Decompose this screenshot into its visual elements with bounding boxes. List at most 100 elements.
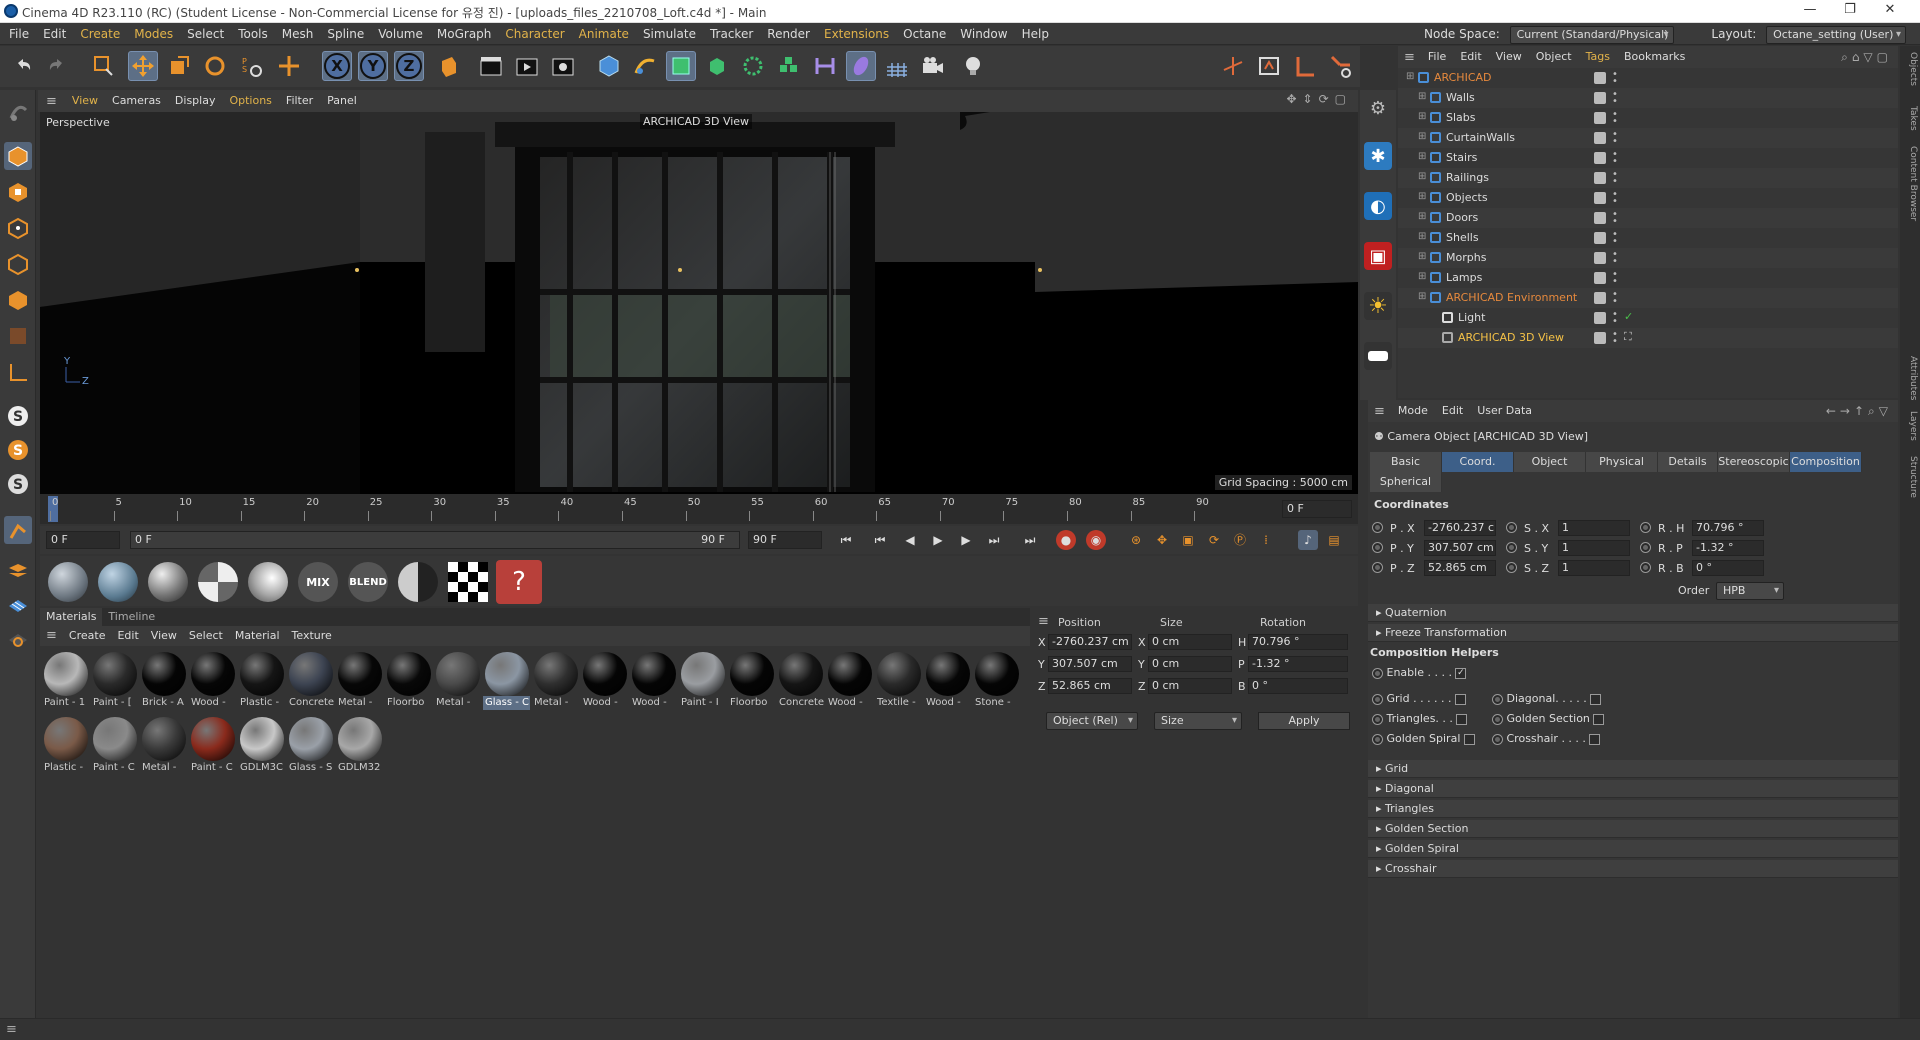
p-1-field[interactable]: 307.507 cm [1424,540,1496,556]
cloner-button[interactable] [738,51,768,81]
object-menu-object[interactable]: Object [1529,46,1579,68]
polygons-mode-button[interactable] [4,286,32,314]
render-to-picture-viewer-button[interactable] [512,51,542,81]
check-tag-icon[interactable]: ✓ [1624,310,1633,323]
render-dots-icon[interactable]: • • [1612,210,1618,227]
visibility-icon[interactable] [1594,212,1606,224]
attribute-menu-mode[interactable]: Mode [1391,400,1435,422]
render-dots-icon[interactable]: • • [1612,330,1618,347]
s-anim-radio[interactable] [1506,542,1517,553]
menu-edit[interactable]: Edit [36,23,73,45]
viewport-menu-cameras[interactable]: Cameras [105,90,168,112]
menu-volume[interactable]: Volume [371,23,430,45]
menu-render[interactable]: Render [760,23,817,45]
r-anim-radio[interactable] [1640,522,1651,533]
golden-spiral-section[interactable]: ▸ Golden Spiral [1368,840,1898,858]
crosshair-anim-radio[interactable] [1492,733,1503,745]
solo-button[interactable]: S [4,402,32,430]
undo-button[interactable] [8,51,38,81]
render-dots-icon[interactable]: • • [1612,170,1618,187]
side-tab-structure[interactable]: Structure [1902,456,1918,498]
size-z-field[interactable]: 0 cm [1148,678,1232,694]
rotate-tool-button[interactable] [200,51,230,81]
material-swatch[interactable]: Metal - [336,650,383,712]
hamburger-icon[interactable]: ≡ [40,626,63,646]
s-0-field[interactable]: 1 [1558,520,1630,536]
goto-start-button[interactable]: ⏮ [836,530,856,550]
scale-tool-button[interactable] [164,51,194,81]
menu-octane[interactable]: Octane [896,23,953,45]
material-swatch[interactable]: Concrete [777,650,824,712]
material-menu-edit[interactable]: Edit [111,626,144,646]
pen-tool-button[interactable] [630,51,660,81]
material-swatch[interactable]: Metal - [140,715,187,777]
material-swatch[interactable]: Floorbo [728,650,775,712]
r-1-field[interactable]: -1.32 ° [1692,540,1764,556]
enable-checkbox[interactable]: ✓ [1455,667,1467,679]
position-key-button[interactable]: ✥ [1152,530,1172,550]
octane-material-button[interactable]: ◐ [1364,192,1392,220]
hamburger-icon[interactable]: ≡ [1398,50,1421,65]
golden-section-section[interactable]: ▸ Golden Section [1368,820,1898,838]
expand-icon[interactable]: ⊞ [1418,191,1426,202]
object-menu-bookmarks[interactable]: Bookmarks [1617,46,1692,68]
hamburger-icon[interactable]: ≡ [1368,404,1391,419]
expand-icon[interactable]: ⊞ [1418,251,1426,262]
hamburger-icon[interactable]: ≡ [1038,614,1049,629]
visibility-icon[interactable] [1594,112,1606,124]
node-space-dropdown[interactable]: Current (Standard/Physical) [1509,26,1674,44]
expand-icon[interactable]: ⊞ [1418,211,1426,222]
object-menu-tags[interactable]: Tags [1579,46,1617,68]
glossy-material-button[interactable] [98,562,138,602]
tab-basic[interactable]: Basic [1370,452,1442,472]
material-swatch[interactable]: Textile - [875,650,922,712]
s-2-field[interactable]: 1 [1558,560,1630,576]
material-swatch[interactable]: Brick - A [140,650,187,712]
material-swatch[interactable]: Paint - I [679,650,726,712]
scale-key-button[interactable]: ▣ [1178,530,1198,550]
object-manager-icons[interactable]: ⌕⌂▽▢ [1841,50,1892,65]
r-2-field[interactable]: 0 ° [1692,560,1764,576]
diagonal-anim-radio[interactable] [1492,693,1503,705]
play-button[interactable]: ▶ [928,530,948,550]
point-level-key-button[interactable]: ⁞ [1256,530,1276,550]
p-anim-radio[interactable] [1372,542,1383,553]
metallic-material-button[interactable] [248,562,288,602]
camera-button[interactable] [918,51,948,81]
menu-animate[interactable]: Animate [572,23,636,45]
current-frame-field[interactable]: 0 F [1282,500,1352,518]
object-row[interactable]: ⊞ CurtainWalls • • [1398,128,1898,148]
object-row[interactable]: ⊞ Lamps • • [1398,268,1898,288]
menu-simulate[interactable]: Simulate [636,23,703,45]
expand-icon[interactable]: ⊞ [1418,171,1426,182]
frame-range-slider[interactable]: 0 F 90 F [130,531,740,549]
viewport-menu-options[interactable]: Options [222,90,278,112]
triangles-section[interactable]: ▸ Triangles [1368,800,1898,818]
render-dots-icon[interactable]: • • [1612,230,1618,247]
material-swatch[interactable]: Wood - [924,650,971,712]
goto-end-button[interactable]: ⏭ [1020,530,1040,550]
material-swatch[interactable]: Plastic - [42,715,89,777]
menu-modes[interactable]: Modes [127,23,180,45]
render-dots-icon[interactable]: • • [1612,290,1618,307]
p-anim-radio[interactable] [1372,522,1383,533]
render-view-button[interactable] [476,51,506,81]
visibility-icon[interactable] [1594,272,1606,284]
rotation-b-field[interactable]: 0 ° [1248,678,1348,694]
z-axis-button[interactable]: Z [394,51,424,81]
floor-button[interactable] [882,51,912,81]
r-0-field[interactable]: 70.796 ° [1692,520,1764,536]
freeze-section[interactable]: ▸ Freeze Transformation [1368,624,1898,642]
record-button[interactable]: ● [1056,530,1076,550]
side-tab-layers[interactable]: Layers [1902,411,1918,441]
p-0-field[interactable]: -2760.237 c [1424,520,1496,536]
tab-timeline[interactable]: Timeline [102,608,161,626]
render-dots-icon[interactable]: • • [1612,270,1618,287]
side-tab-content-browser[interactable]: Content Browser [1902,146,1918,221]
rotation-p-field[interactable]: -1.32 ° [1248,656,1348,672]
material-swatch[interactable]: GDLM3C [238,715,285,777]
object-row[interactable]: ⊞ Shells • • [1398,228,1898,248]
visibility-icon[interactable] [1594,252,1606,264]
object-row[interactable]: ARCHICAD 3D View • • ⛶ [1398,328,1898,348]
subdivision-surface-button[interactable] [666,51,696,81]
